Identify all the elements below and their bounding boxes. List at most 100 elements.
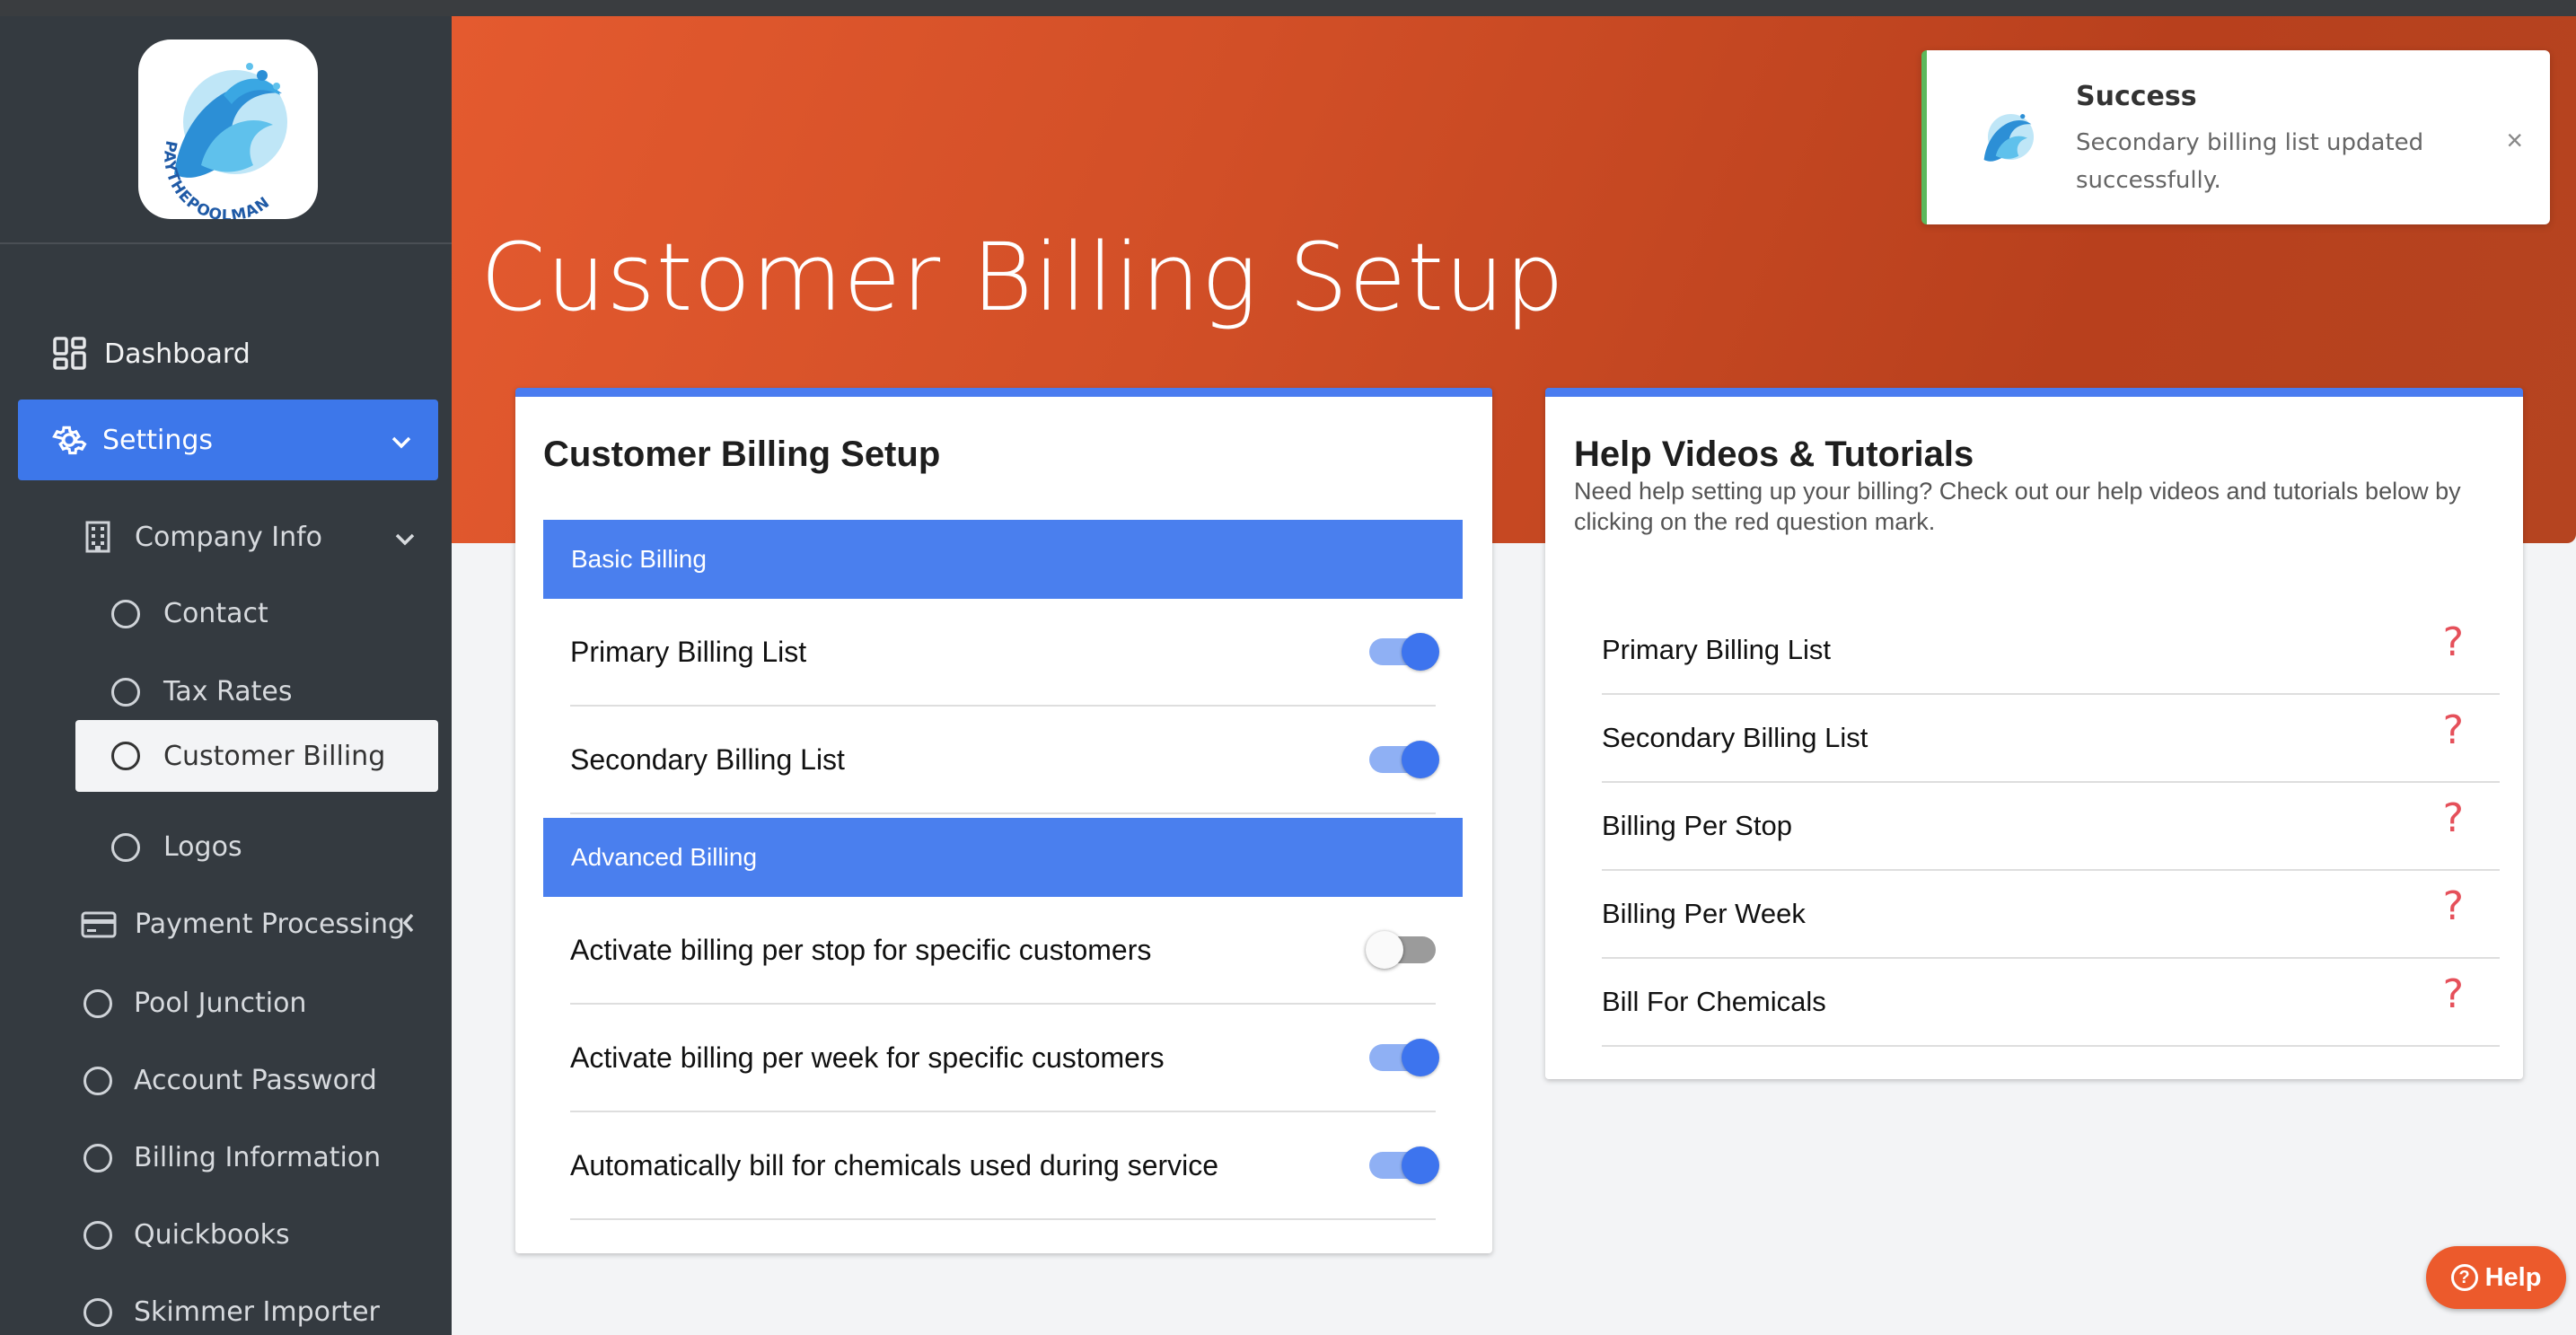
sidebar-item-skimmer-importer[interactable]: Skimmer Importer — [84, 1296, 380, 1328]
question-mark-icon[interactable]: ? — [2443, 707, 2464, 753]
toggle-knob — [1366, 931, 1403, 969]
sidebar-item-label: Customer Billing — [163, 740, 386, 772]
help-button-label: Help — [2484, 1262, 2542, 1292]
billing-per-week-toggle[interactable] — [1369, 1039, 1439, 1076]
billing-option-row: Activate billing per week for specific c… — [570, 1005, 1439, 1112]
wave-logo-icon: PAYTHEPOOLMAN — [160, 63, 287, 219]
card-title: Help Videos & Tutorials — [1574, 435, 1974, 474]
billing-option-row: Secondary Billing List — [570, 707, 1439, 814]
sidebar-item-dashboard[interactable]: Dashboard — [52, 336, 251, 372]
option-label: Primary Billing List — [570, 635, 807, 668]
window-top-bar — [0, 0, 2576, 16]
gear-icon — [50, 421, 88, 459]
sidebar-item-payment-processing[interactable]: Payment Processing — [81, 909, 415, 940]
circle-icon — [84, 1143, 112, 1173]
primary-billing-list-toggle[interactable] — [1369, 633, 1439, 671]
option-label: Activate billing per stop for specific c… — [570, 933, 1152, 966]
question-mark-icon[interactable]: ? — [2443, 883, 2464, 929]
option-label: Secondary Billing List — [570, 742, 845, 776]
option-label: Automatically bill for chemicals used du… — [570, 1148, 1219, 1181]
toast-logo-icon — [1968, 101, 2047, 180]
sidebar-divider — [0, 242, 452, 244]
toggle-knob — [1402, 1146, 1439, 1184]
sidebar-item-label: Pool Junction — [134, 988, 307, 1019]
sidebar-item-label: Company Info — [135, 521, 323, 553]
billing-setup-card: Customer Billing Setup Basic Billing Pri… — [515, 388, 1492, 1253]
help-item-label: Secondary Billing List — [1602, 722, 1868, 753]
sidebar: PAYTHEPOOLMAN Dashboard Settings Company… — [0, 16, 452, 1335]
sidebar-item-customer-billing[interactable]: Customer Billing — [75, 720, 438, 792]
sidebar-item-label: Quickbooks — [134, 1219, 290, 1251]
sidebar-item-settings[interactable]: Settings — [18, 400, 438, 480]
card-title: Customer Billing Setup — [543, 435, 941, 474]
circle-icon — [111, 742, 140, 770]
billing-per-stop-toggle[interactable] — [1366, 931, 1436, 969]
sidebar-item-contact[interactable]: Contact — [111, 598, 268, 629]
sidebar-item-label: Settings — [102, 424, 214, 456]
sidebar-item-logos[interactable]: Logos — [111, 831, 242, 863]
card-subtitle: Need help setting up your billing? Check… — [1574, 478, 2461, 535]
chevron-down-icon — [391, 425, 411, 456]
sidebar-item-billing-information[interactable]: Billing Information — [84, 1142, 381, 1173]
help-item-primary-billing-list: Primary Billing List ? — [1602, 607, 2500, 695]
circle-icon — [111, 599, 140, 628]
option-label: Activate billing per week for specific c… — [570, 1041, 1165, 1074]
sidebar-item-label: Dashboard — [104, 338, 251, 370]
sidebar-item-label: Skimmer Importer — [134, 1296, 380, 1328]
sidebar-item-tax-rates[interactable]: Tax Rates — [111, 676, 292, 707]
circle-icon — [84, 1220, 112, 1250]
toast-message: Secondary billing list updated successfu… — [2076, 129, 2424, 194]
sidebar-item-label: Contact — [163, 598, 268, 629]
billing-option-row: Activate billing per stop for specific c… — [570, 897, 1436, 1005]
building-icon — [84, 521, 111, 553]
help-item-billing-per-week: Billing Per Week ? — [1602, 871, 2500, 959]
toast-title: Success — [2076, 81, 2197, 112]
bill-for-chemicals-toggle[interactable] — [1369, 1146, 1439, 1184]
sidebar-item-pool-junction[interactable]: Pool Junction — [84, 988, 306, 1019]
question-circle-icon: ? — [2450, 1264, 2478, 1291]
sidebar-item-label: Account Password — [134, 1065, 377, 1096]
circle-icon — [111, 832, 140, 862]
sidebar-item-label: Tax Rates — [163, 676, 293, 707]
circle-icon — [84, 1066, 112, 1095]
sidebar-item-account-password[interactable]: Account Password — [84, 1065, 377, 1096]
toggle-knob — [1402, 741, 1439, 778]
help-item-label: Primary Billing List — [1602, 634, 1831, 665]
sidebar-item-quickbooks[interactable]: Quickbooks — [84, 1219, 290, 1251]
page-title: Customer Billing Setup — [480, 223, 1565, 332]
advanced-billing-section-header: Advanced Billing — [543, 818, 1463, 897]
sidebar-item-label: Logos — [163, 831, 242, 863]
circle-icon — [111, 677, 140, 707]
question-mark-icon[interactable]: ? — [2443, 971, 2464, 1017]
question-mark-icon[interactable]: ? — [2443, 795, 2464, 841]
basic-billing-section-header: Basic Billing — [543, 520, 1463, 599]
help-item-label: Bill For Chemicals — [1602, 986, 1826, 1017]
sidebar-item-label: Payment Processing — [135, 909, 406, 940]
help-button[interactable]: ? Help — [2426, 1246, 2566, 1309]
help-item-label: Billing Per Stop — [1602, 810, 1792, 841]
circle-icon — [84, 1297, 112, 1327]
close-icon[interactable]: × — [2506, 124, 2523, 157]
chevron-down-icon — [395, 522, 415, 553]
help-item-secondary-billing-list: Secondary Billing List ? — [1602, 695, 2500, 783]
toggle-knob — [1402, 633, 1439, 671]
credit-card-icon — [81, 911, 117, 938]
help-item-label: Billing Per Week — [1602, 898, 1806, 929]
billing-option-row: Automatically bill for chemicals used du… — [570, 1112, 1439, 1220]
sidebar-item-company-info[interactable]: Company Info — [84, 521, 415, 553]
toggle-knob — [1402, 1039, 1439, 1076]
billing-option-row: Primary Billing List — [570, 599, 1439, 707]
secondary-billing-list-toggle[interactable] — [1369, 741, 1439, 778]
brand-logo[interactable]: PAYTHEPOOLMAN — [138, 40, 318, 219]
dashboard-grid-icon — [52, 336, 88, 372]
question-mark-icon[interactable]: ? — [2443, 619, 2464, 665]
section-label: Basic Billing — [571, 545, 707, 573]
help-item-bill-for-chemicals: Bill For Chemicals ? — [1602, 959, 2500, 1047]
help-item-billing-per-stop: Billing Per Stop ? — [1602, 783, 2500, 871]
chevron-left-icon — [402, 909, 415, 940]
sidebar-item-label: Billing Information — [134, 1142, 382, 1173]
section-label: Advanced Billing — [571, 843, 758, 871]
help-videos-card: Help Videos & Tutorials Need help settin… — [1545, 388, 2523, 1079]
circle-icon — [84, 988, 112, 1018]
success-toast: Success Secondary billing list updated s… — [1921, 50, 2550, 224]
